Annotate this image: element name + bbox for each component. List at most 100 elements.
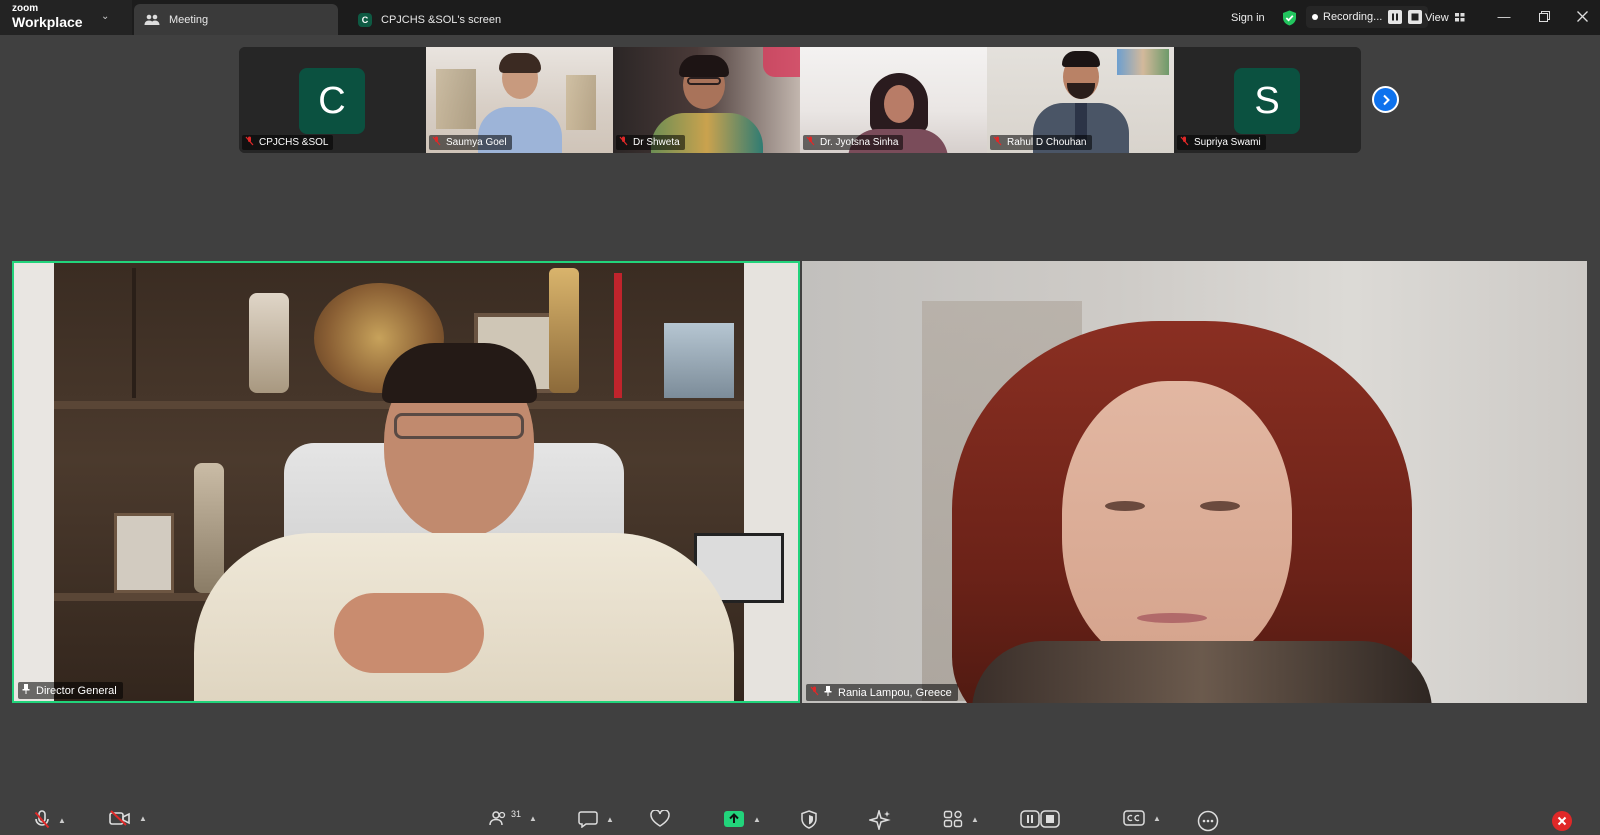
participant-tile[interactable]: Dr. Jyotsna Sinha (800, 47, 987, 153)
security-button[interactable] (800, 810, 818, 829)
recording-indicator: Recording... (1306, 6, 1429, 28)
shelf-divider (132, 268, 136, 398)
participant-name: Supriya Swami (1194, 137, 1261, 148)
sparkle-icon (869, 810, 891, 830)
next-page-button[interactable] (1372, 86, 1399, 113)
chevron-down-icon[interactable]: ⌄ (101, 11, 109, 22)
participant-hair (499, 53, 541, 73)
grid-view-icon (1454, 13, 1465, 22)
participant-eye (1200, 501, 1240, 511)
participants-button[interactable]: 31 ▲ (489, 809, 537, 826)
wall-right (744, 263, 798, 701)
chevron-up-icon[interactable]: ▲ (753, 815, 761, 824)
avatar: S (1234, 68, 1300, 134)
participant-glasses (394, 413, 524, 439)
participant-top (972, 641, 1432, 703)
participant-name-tag: Supriya Swami (1177, 135, 1266, 150)
stop-recording-icon[interactable] (1408, 10, 1423, 24)
participants-icon (489, 811, 506, 826)
muted-mic-icon (1180, 136, 1189, 149)
participant-tile[interactable]: Rahul D Chouhan (987, 47, 1174, 153)
start-video-button[interactable]: ▲ (109, 810, 147, 826)
avatar: C (299, 68, 365, 134)
chevron-up-icon[interactable]: ▲ (606, 815, 614, 824)
trophy (549, 268, 579, 393)
tab-meeting[interactable]: Meeting (134, 4, 338, 35)
participant-name: CPJCHS &SOL (259, 137, 329, 148)
video-off-icon (109, 810, 130, 826)
tab-meeting-label: Meeting (169, 13, 209, 26)
chevron-up-icon[interactable]: ▲ (58, 816, 66, 825)
participant-name-tag: Rania Lampou, Greece (806, 684, 958, 701)
participant-thumbnail-strip: C CPJCHS &SOL Saumya Goel Dr Shweta Dr. … (239, 47, 1361, 153)
participant-name: Rania Lampou, Greece (838, 686, 952, 699)
muted-mic-icon (619, 136, 628, 149)
participant-name-tag: Dr Shweta (616, 135, 685, 150)
background-shelf (566, 75, 596, 130)
captions-button[interactable]: ▲ (1123, 810, 1161, 826)
app-brand[interactable]: zoom Workplace ⌄ (0, 0, 132, 35)
chevron-up-icon[interactable]: ▲ (971, 815, 979, 824)
recording-dot-icon (1312, 14, 1318, 20)
tab-shared-screen-label: CPJCHS &SOL's screen (381, 13, 502, 26)
pause-recording-icon[interactable] (1388, 10, 1403, 24)
end-meeting-button[interactable] (1551, 810, 1573, 832)
video-tile-rania-lampou[interactable]: Rania Lampou, Greece (802, 261, 1587, 703)
ai-companion-button[interactable] (869, 810, 891, 830)
tab-shared-screen[interactable]: C CPJCHS &SOL's screen (358, 4, 558, 35)
frame-item (114, 513, 174, 593)
chat-button[interactable]: ▲ (578, 810, 614, 828)
react-button[interactable] (650, 810, 670, 828)
participant-tile[interactable]: Saumya Goel (426, 47, 613, 153)
recording-controls-button[interactable] (1020, 810, 1060, 828)
brand-large-label: Workplace (12, 14, 83, 30)
meeting-toolbar: ▲ ▲ 31 ▲ ▲ ▲ ▲ ▲ (0, 806, 1600, 835)
view-label: View (1425, 11, 1449, 24)
share-screen-button[interactable]: ▲ (723, 810, 761, 828)
participant-name: Saumya Goel (446, 137, 507, 148)
participant-tile[interactable]: Dr Shweta (613, 47, 800, 153)
encryption-shield-icon[interactable] (1282, 0, 1297, 35)
people-icon (144, 14, 160, 26)
background-flowers (763, 47, 800, 77)
participant-tile[interactable]: S Supriya Swami (1174, 47, 1361, 153)
title-bar: zoom Workplace ⌄ Meeting C CPJCHS &SOL's… (0, 0, 1600, 35)
video-tile-director-general[interactable]: Director General (12, 261, 800, 703)
view-button[interactable]: View (1425, 0, 1465, 35)
brand-small-label: zoom (12, 3, 39, 14)
security-shield-icon (801, 810, 817, 829)
participant-name: Director General (36, 684, 117, 697)
participant-eye (1105, 501, 1145, 511)
minimize-icon[interactable]: — (1484, 0, 1524, 32)
participant-name-tag: Dr. Jyotsna Sinha (803, 135, 904, 150)
apps-button[interactable]: ▲ (943, 810, 979, 828)
more-button[interactable] (1197, 810, 1219, 832)
pin-icon (824, 686, 832, 699)
red-tassel (614, 273, 622, 398)
muted-mic-icon (806, 136, 815, 149)
close-window-icon[interactable] (1562, 0, 1600, 32)
participant-hair (679, 55, 729, 77)
chevron-up-icon[interactable]: ▲ (529, 814, 537, 823)
sign-in-link[interactable]: Sign in (1231, 0, 1265, 35)
participant-name: Dr. Jyotsna Sinha (820, 137, 899, 148)
participant-name-tag: CPJCHS &SOL (242, 135, 334, 150)
background-shelf (436, 69, 476, 129)
glass-award (664, 323, 734, 398)
participant-hair (1062, 51, 1100, 67)
restore-icon[interactable] (1524, 0, 1564, 32)
share-screen-icon (724, 811, 744, 827)
chevron-up-icon[interactable]: ▲ (1153, 814, 1161, 823)
more-icon (1197, 810, 1219, 832)
mute-button[interactable]: ▲ (34, 810, 66, 830)
participant-face (1062, 381, 1292, 671)
chevron-up-icon[interactable]: ▲ (139, 814, 147, 823)
participant-tile[interactable]: C CPJCHS &SOL (239, 47, 426, 153)
screen-owner-badge: C (358, 12, 372, 27)
participants-count: 31 (511, 809, 522, 819)
participant-name: Rahul D Chouhan (1007, 137, 1087, 148)
muted-mic-icon (810, 686, 819, 699)
muted-mic-icon (993, 136, 1002, 149)
pin-icon (22, 684, 30, 697)
trophy (249, 293, 289, 393)
